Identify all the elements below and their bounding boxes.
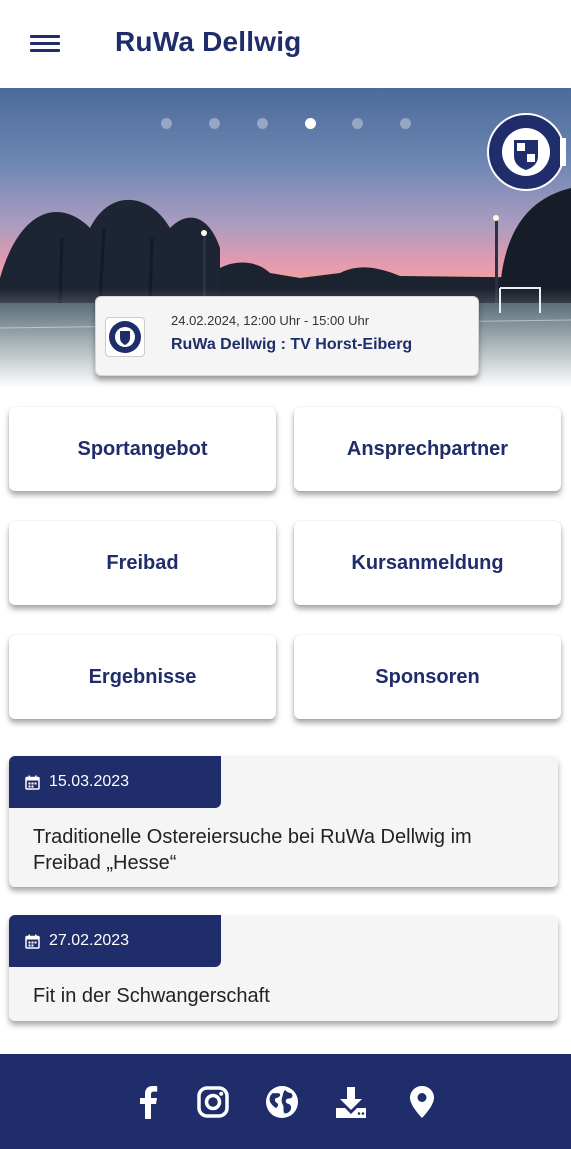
carousel-dot[interactable] <box>400 118 411 129</box>
carousel-dot[interactable] <box>352 118 363 129</box>
ansprechpartner-button[interactable]: Ansprechpartner <box>294 407 561 491</box>
calendar-icon <box>25 934 40 949</box>
news-date-badge: 27.02.2023 <box>9 915 221 967</box>
carousel-dot[interactable] <box>257 118 268 129</box>
match-teams: RuWa Dellwig : TV Horst-Eiberg <box>171 336 413 353</box>
social-footer <box>0 1054 571 1149</box>
download-icon[interactable] <box>333 1084 369 1120</box>
news-card[interactable]: 15.03.2023 Traditionelle Ostereiersuche … <box>9 756 558 887</box>
next-match-card[interactable]: 24.02.2024, 12:00 Uhr - 15:00 Uhr RuWa D… <box>95 296 479 376</box>
globe-icon[interactable] <box>264 1084 300 1120</box>
club-crest-icon <box>109 321 141 353</box>
location-pin-icon[interactable] <box>404 1084 440 1120</box>
news-title: Fit in der Schwangerschaft <box>33 985 270 1007</box>
app-header: RuWa Dellwig <box>0 0 571 88</box>
news-date-badge: 15.03.2023 <box>9 756 221 808</box>
news-title: Traditionelle Ostereiersuche bei RuWa De… <box>33 826 472 874</box>
facebook-icon[interactable] <box>130 1084 166 1120</box>
hamburger-menu-icon[interactable] <box>28 30 62 56</box>
carousel-dot[interactable] <box>161 118 172 129</box>
sportangebot-button[interactable]: Sportangebot <box>9 407 276 491</box>
news-date: 15.03.2023 <box>49 773 130 790</box>
app-title: RuWa Dellwig <box>115 26 302 57</box>
sponsoren-button[interactable]: Sponsoren <box>294 635 561 719</box>
ergebnisse-button[interactable]: Ergebnisse <box>9 635 276 719</box>
instagram-icon[interactable] <box>195 1084 231 1120</box>
freibad-button[interactable]: Freibad <box>9 521 276 605</box>
news-date: 27.02.2023 <box>49 932 130 949</box>
carousel-dot[interactable] <box>209 118 220 129</box>
team-logo <box>105 317 145 357</box>
kursanmeldung-button[interactable]: Kursanmeldung <box>294 521 561 605</box>
calendar-icon <box>25 775 40 790</box>
app-screen: RuWa Dellwig 24.02.2024, 12:00 Uhr - 15:… <box>0 0 571 1149</box>
carousel-dot-active[interactable] <box>305 118 316 129</box>
club-crest-logo <box>487 113 566 191</box>
match-datetime: 24.02.2024, 12:00 Uhr - 15:00 Uhr <box>171 313 370 328</box>
news-card[interactable]: 27.02.2023 Fit in der Schwangerschaft <box>9 915 558 1021</box>
